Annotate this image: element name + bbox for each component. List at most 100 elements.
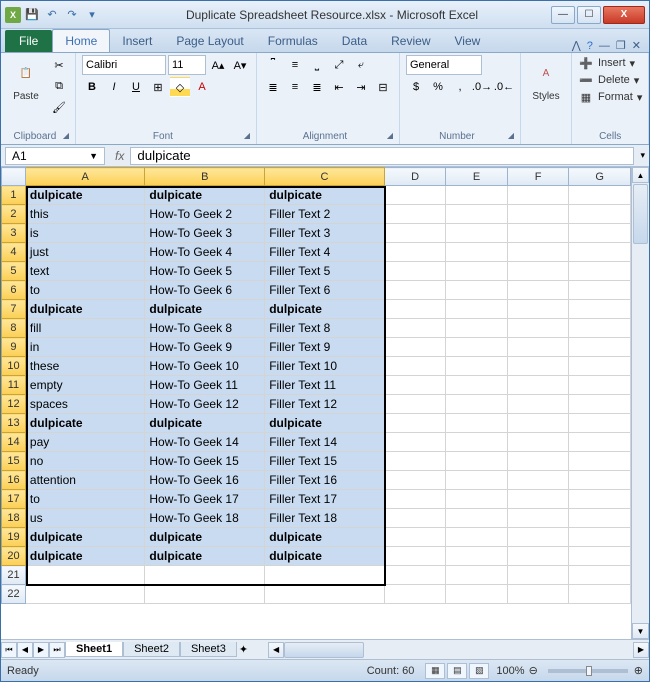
cell-A7[interactable]: dulpicate (25, 300, 144, 319)
undo-icon[interactable]: ↶ (43, 6, 61, 24)
row-header-14[interactable]: 14 (2, 433, 26, 452)
cell-A3[interactable]: is (25, 224, 144, 243)
cell-C19[interactable]: dulpicate (265, 528, 385, 547)
cell-E10[interactable] (446, 357, 508, 376)
cell-E8[interactable] (446, 319, 508, 338)
tab-home[interactable]: Home (52, 29, 110, 52)
cell-C17[interactable]: Filler Text 17 (265, 490, 385, 509)
cell-G17[interactable] (569, 490, 631, 509)
insert-cells-button[interactable]: ➕Insert ▾ (578, 55, 642, 71)
cell-B9[interactable]: How-To Geek 9 (145, 338, 265, 357)
sheet-tab-sheet2[interactable]: Sheet2 (123, 642, 180, 657)
row-header-4[interactable]: 4 (2, 243, 26, 262)
cell-G6[interactable] (569, 281, 631, 300)
row-header-12[interactable]: 12 (2, 395, 26, 414)
namebox-dropdown-icon[interactable]: ▼ (89, 151, 98, 161)
cell-A17[interactable]: to (25, 490, 144, 509)
cell-C9[interactable]: Filler Text 9 (265, 338, 385, 357)
row-header-1[interactable]: 1 (2, 186, 26, 205)
orientation-icon[interactable]: ⤢ (329, 55, 349, 75)
cell-F7[interactable] (507, 300, 569, 319)
cell-D22[interactable] (384, 585, 446, 604)
row-header-2[interactable]: 2 (2, 205, 26, 224)
cell-A13[interactable]: dulpicate (25, 414, 144, 433)
cell-F4[interactable] (507, 243, 569, 262)
sheet-tab-sheet1[interactable]: Sheet1 (65, 642, 123, 657)
cell-G2[interactable] (569, 205, 631, 224)
format-painter-icon[interactable]: 🖌 (49, 97, 69, 117)
cell-D12[interactable] (384, 395, 446, 414)
cell-G14[interactable] (569, 433, 631, 452)
doc-minimize-icon[interactable]: — (599, 40, 610, 52)
cell-D8[interactable] (384, 319, 446, 338)
fill-color-button[interactable]: ◇ (170, 77, 190, 97)
page-break-view-icon[interactable]: ▧ (469, 663, 489, 679)
cell-E13[interactable] (446, 414, 508, 433)
cell-A1[interactable]: dulpicate (25, 186, 144, 205)
increase-font-icon[interactable]: A▴ (208, 55, 228, 75)
cell-C4[interactable]: Filler Text 4 (265, 243, 385, 262)
cell-C1[interactable]: dulpicate (265, 186, 385, 205)
tab-view[interactable]: View (443, 30, 493, 52)
cell-B6[interactable]: How-To Geek 6 (145, 281, 265, 300)
italic-button[interactable]: I (104, 77, 124, 97)
cell-E19[interactable] (446, 528, 508, 547)
cell-B4[interactable]: How-To Geek 4 (145, 243, 265, 262)
cell-F12[interactable] (507, 395, 569, 414)
cell-F8[interactable] (507, 319, 569, 338)
cell-F6[interactable] (507, 281, 569, 300)
cell-D21[interactable] (384, 566, 446, 585)
align-middle-icon[interactable]: ≡ (285, 55, 305, 75)
border-button[interactable]: ⊞ (148, 77, 168, 97)
cell-C12[interactable]: Filler Text 12 (265, 395, 385, 414)
zoom-thumb[interactable] (586, 666, 592, 676)
column-header-G[interactable]: G (569, 168, 631, 186)
cell-G9[interactable] (569, 338, 631, 357)
cell-B12[interactable]: How-To Geek 12 (145, 395, 265, 414)
cell-F19[interactable] (507, 528, 569, 547)
cell-D4[interactable] (384, 243, 446, 262)
cell-E14[interactable] (446, 433, 508, 452)
tab-insert[interactable]: Insert (110, 30, 164, 52)
doc-restore-icon[interactable]: ❐ (616, 39, 626, 52)
cell-B14[interactable]: How-To Geek 14 (145, 433, 265, 452)
cell-A21[interactable] (25, 566, 144, 585)
cell-C2[interactable]: Filler Text 2 (265, 205, 385, 224)
cell-C11[interactable]: Filler Text 11 (265, 376, 385, 395)
cell-B1[interactable]: dulpicate (145, 186, 265, 205)
maximize-button[interactable]: ☐ (577, 6, 601, 24)
cell-E21[interactable] (446, 566, 508, 585)
spreadsheet-grid[interactable]: ABCDEFG1dulpicatedulpicatedulpicate2this… (1, 167, 631, 639)
zoom-slider[interactable] (548, 669, 628, 673)
increase-decimal-icon[interactable]: .0→ (472, 77, 492, 97)
cell-D19[interactable] (384, 528, 446, 547)
cell-F17[interactable] (507, 490, 569, 509)
cell-D3[interactable] (384, 224, 446, 243)
cell-A18[interactable]: us (25, 509, 144, 528)
name-box[interactable]: A1 ▼ (5, 147, 105, 165)
normal-view-icon[interactable]: ▦ (425, 663, 445, 679)
merge-center-icon[interactable]: ⊟ (373, 77, 393, 97)
align-bottom-icon[interactable]: ⎵ (307, 55, 327, 75)
cell-E18[interactable] (446, 509, 508, 528)
cell-B20[interactable]: dulpicate (145, 547, 265, 566)
cell-E7[interactable] (446, 300, 508, 319)
cell-B22[interactable] (145, 585, 265, 604)
column-header-E[interactable]: E (446, 168, 508, 186)
zoom-in-icon[interactable]: ⊕ (634, 664, 643, 677)
cell-B17[interactable]: How-To Geek 17 (145, 490, 265, 509)
minimize-button[interactable]: — (551, 6, 575, 24)
cell-F18[interactable] (507, 509, 569, 528)
cell-E5[interactable] (446, 262, 508, 281)
cell-E6[interactable] (446, 281, 508, 300)
cell-E11[interactable] (446, 376, 508, 395)
cell-G15[interactable] (569, 452, 631, 471)
column-header-A[interactable]: A (25, 168, 144, 186)
row-header-18[interactable]: 18 (2, 509, 26, 528)
row-header-19[interactable]: 19 (2, 528, 26, 547)
cell-D2[interactable] (384, 205, 446, 224)
cell-F9[interactable] (507, 338, 569, 357)
cell-C14[interactable]: Filler Text 14 (265, 433, 385, 452)
column-header-F[interactable]: F (507, 168, 569, 186)
alignment-dialog-icon[interactable]: ◢ (387, 131, 393, 140)
